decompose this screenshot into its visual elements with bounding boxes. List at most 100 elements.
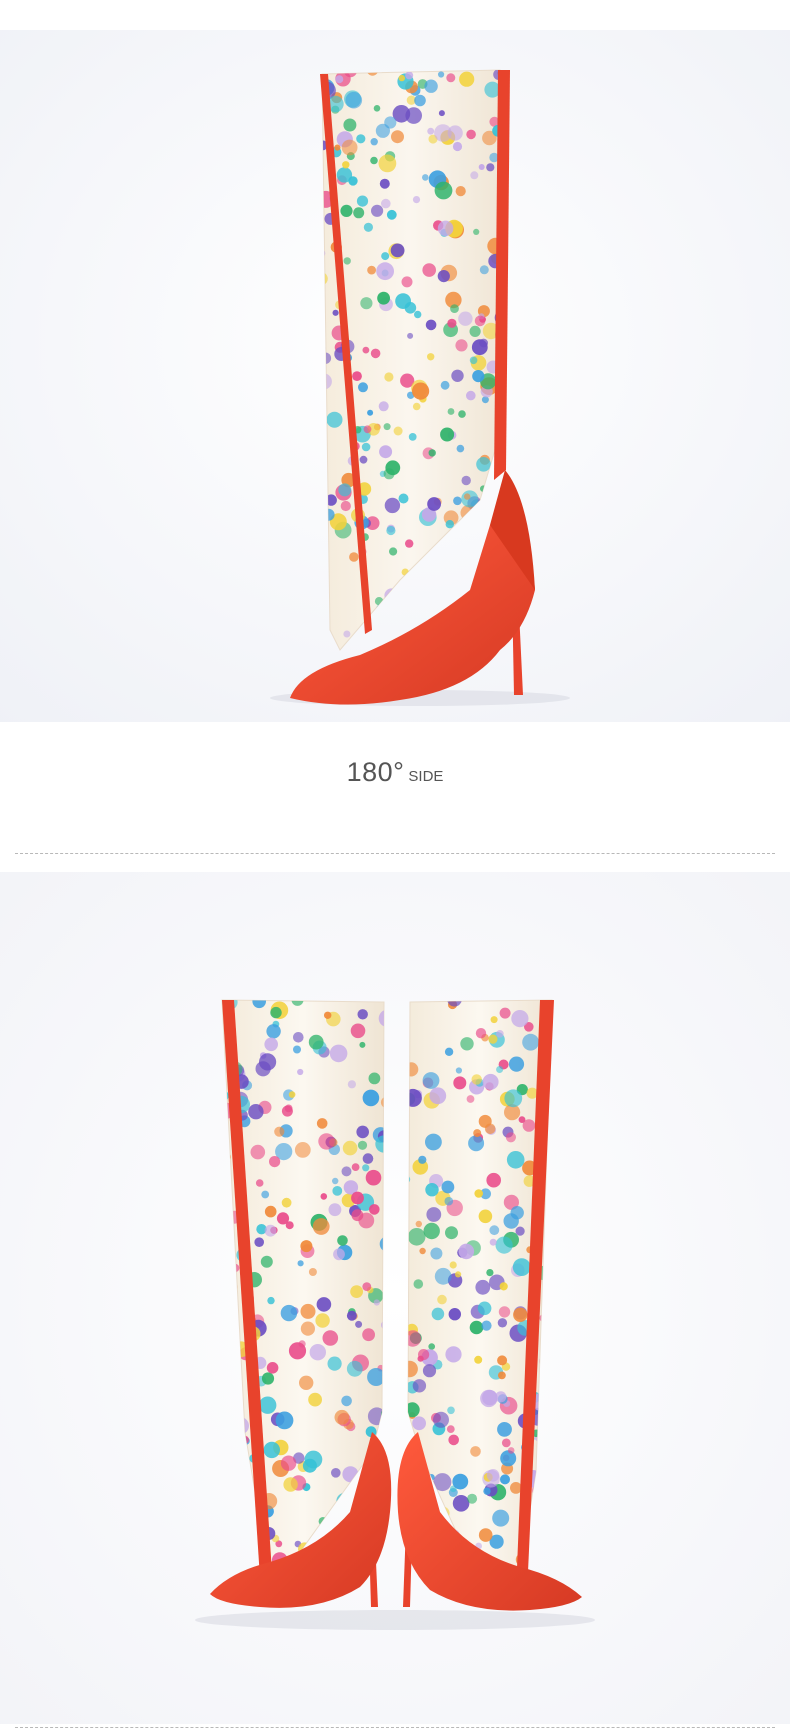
- polka-dot: [412, 402, 421, 411]
- polka-dot: [260, 1255, 273, 1268]
- polka-dot: [405, 539, 414, 548]
- polka-dot: [335, 75, 344, 84]
- polka-dot: [395, 293, 411, 309]
- polka-dot: [343, 257, 351, 265]
- polka-dot: [378, 154, 397, 173]
- polka-dot: [373, 105, 381, 112]
- polka-dot: [371, 204, 384, 217]
- polka-dot: [345, 91, 363, 109]
- polka-dot: [259, 1396, 277, 1414]
- polka-dot: [360, 297, 373, 310]
- polka-dot: [449, 1261, 457, 1269]
- polka-dot: [333, 1248, 345, 1261]
- polka-dot: [468, 1135, 485, 1152]
- polka-dot: [362, 1153, 374, 1164]
- polka-dot: [381, 252, 390, 261]
- polka-dot: [522, 1119, 536, 1132]
- polka-dot: [469, 1320, 484, 1335]
- polka-dot: [434, 1267, 452, 1285]
- polka-dot: [384, 497, 401, 514]
- polka-dot: [499, 1007, 511, 1019]
- polka-dot: [426, 1207, 442, 1222]
- polka-dot: [381, 198, 391, 209]
- polka-dot: [324, 1011, 332, 1019]
- polka-dot: [378, 401, 389, 412]
- polka-dot: [444, 1047, 454, 1056]
- polka-dot: [355, 1320, 363, 1328]
- polka-dot: [434, 124, 452, 142]
- polka-dot: [489, 1225, 500, 1236]
- polka-dot: [300, 1240, 313, 1253]
- side-label: SIDE: [408, 768, 444, 785]
- polka-dot: [497, 1318, 508, 1328]
- polka-dot: [433, 1411, 449, 1428]
- polka-dot: [495, 1236, 513, 1254]
- polka-dot: [318, 1133, 335, 1150]
- polka-dot: [466, 390, 476, 401]
- polka-dot: [417, 1355, 424, 1362]
- boots-pair-illustration: [0, 872, 790, 1724]
- polka-dot: [276, 1212, 290, 1225]
- polka-dot: [486, 1172, 502, 1188]
- polka-dot: [341, 1395, 352, 1407]
- polka-dot: [440, 380, 450, 390]
- polka-dot: [500, 1450, 517, 1467]
- polka-dot: [428, 449, 436, 457]
- polka-dot: [401, 276, 413, 288]
- polka-dot: [497, 1355, 508, 1366]
- polka-dot: [284, 1104, 293, 1113]
- polka-dot: [498, 1371, 506, 1380]
- polka-dot: [464, 493, 471, 500]
- polka-dot: [474, 315, 486, 327]
- polka-dot: [328, 1203, 342, 1217]
- polka-dot: [440, 427, 455, 442]
- polka-dot: [350, 1285, 363, 1298]
- polka-dot: [437, 220, 454, 237]
- polka-dot: [447, 1406, 455, 1415]
- polka-dot: [471, 339, 488, 356]
- polka-dot: [363, 425, 372, 434]
- polka-dot: [340, 500, 351, 512]
- polka-dot: [264, 1037, 279, 1052]
- polka-dot: [472, 370, 485, 383]
- polka-dot: [448, 1308, 461, 1321]
- polka-dot: [357, 1009, 368, 1020]
- polka-dot: [341, 1166, 352, 1177]
- polka-dot: [482, 1389, 498, 1406]
- polka-dot: [412, 1379, 427, 1393]
- polka-dot: [475, 1028, 487, 1039]
- polka-dot: [343, 118, 357, 132]
- polka-dot: [356, 195, 369, 207]
- polka-dot: [479, 265, 489, 275]
- polka-dot: [342, 1140, 358, 1156]
- polka-dot: [338, 483, 352, 497]
- polka-dot: [408, 1228, 426, 1246]
- polka-dot: [308, 1268, 317, 1276]
- polka-dot: [390, 243, 405, 258]
- polka-dot: [332, 309, 339, 316]
- polka-dot: [347, 1080, 356, 1089]
- polka-dot: [302, 1458, 317, 1473]
- polka-dot: [412, 196, 421, 204]
- polka-dot: [255, 1179, 264, 1187]
- polka-dot: [501, 1438, 511, 1448]
- polka-dot: [405, 71, 414, 80]
- polka-dot: [346, 1360, 363, 1377]
- polka-dot: [438, 71, 445, 78]
- polka-dot: [377, 291, 390, 305]
- polka-dot: [419, 1247, 426, 1255]
- polka-dot: [351, 1191, 364, 1205]
- polka-dot: [511, 1010, 529, 1028]
- polka-dot: [362, 346, 370, 354]
- polka-dot: [326, 411, 343, 428]
- polka-dot: [453, 496, 462, 506]
- polka-dot: [478, 1528, 493, 1542]
- polka-dot: [413, 1279, 424, 1289]
- polka-dot: [466, 129, 476, 140]
- polka-dot: [280, 1304, 298, 1322]
- polka-dot: [259, 1053, 277, 1071]
- polka-dot: [261, 1190, 270, 1199]
- polka-dot: [452, 1495, 470, 1512]
- polka-dot: [471, 1074, 482, 1085]
- polka-dot: [452, 1473, 469, 1490]
